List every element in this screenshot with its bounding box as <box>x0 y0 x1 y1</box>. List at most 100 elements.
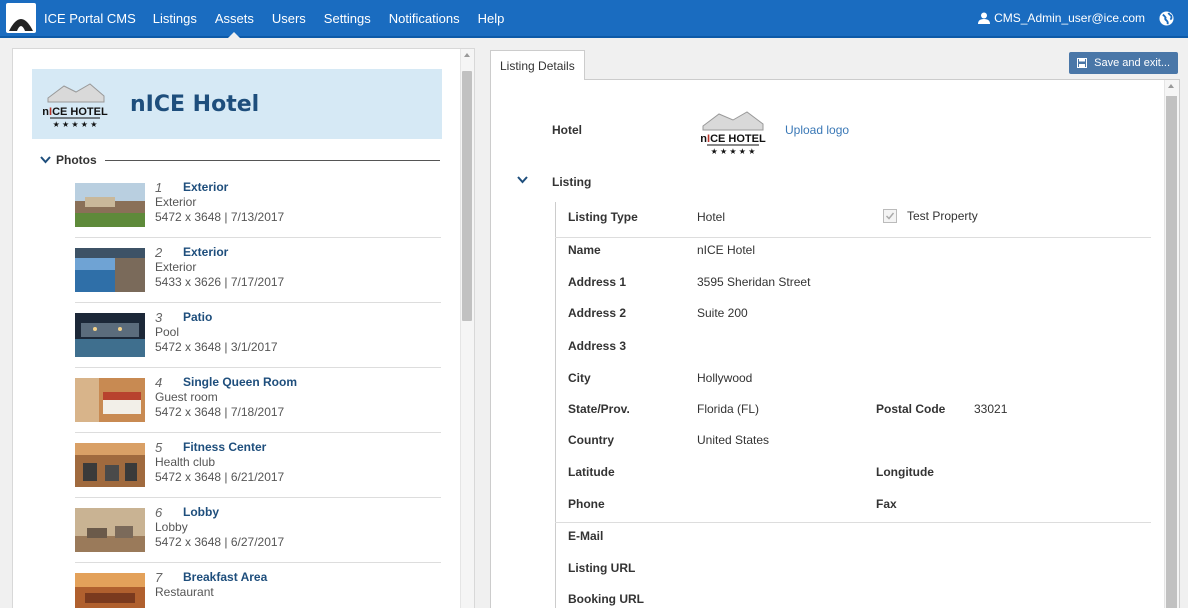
brand-title: ICE Portal CMS <box>44 10 136 26</box>
fax-label: Fax <box>876 497 897 511</box>
name-label: Name <box>568 243 601 257</box>
nav-notifications[interactable]: Notifications <box>380 0 469 36</box>
hotel-logo-icon: nICE HOTEL ★ ★ ★ ★ ★ <box>700 111 766 156</box>
photo-thumbnail <box>75 443 145 487</box>
photo-item[interactable]: 3 Patio Pool 5472 x 3648 | 3/1/2017 <box>75 303 441 368</box>
svg-text:★ ★ ★ ★ ★: ★ ★ ★ ★ ★ <box>53 120 98 129</box>
section-rule <box>555 202 556 608</box>
photo-category: Pool <box>155 325 180 339</box>
city-label: City <box>568 371 591 385</box>
booking-url-label: Booking URL <box>568 592 644 606</box>
hotel-header: nICE HOTEL ★ ★ ★ ★ ★ nICE Hotel <box>32 69 442 139</box>
address1-label: Address 1 <box>568 275 627 289</box>
left-scrollbar[interactable] <box>460 49 474 608</box>
photo-item[interactable]: 5 Fitness Center Health club 5472 x 3648 … <box>75 433 441 498</box>
tab-listing-details[interactable]: Listing Details <box>490 50 585 81</box>
nav-users[interactable]: Users <box>263 0 315 36</box>
state-value[interactable]: Florida (FL) <box>697 402 759 416</box>
city-value[interactable]: Hollywood <box>697 371 752 385</box>
photo-title: Lobby <box>183 505 219 519</box>
right-scrollbar[interactable] <box>1164 80 1179 608</box>
address2-value[interactable]: Suite 200 <box>697 306 748 320</box>
address1-value[interactable]: 3595 Sheridan Street <box>697 275 810 289</box>
photo-thumbnail <box>75 248 145 292</box>
divider <box>104 159 440 161</box>
photo-number: 4 <box>155 375 163 390</box>
save-and-exit-button[interactable]: Save and exit... <box>1069 52 1178 74</box>
photo-meta: 5472 x 3648 | 7/13/2017 <box>155 210 285 224</box>
photo-title: Exterior <box>183 180 229 194</box>
user-email: CMS_Admin_user@ice.com <box>994 11 1145 25</box>
test-property-label: Test Property <box>907 209 978 223</box>
scroll-up-arrow-icon[interactable] <box>1168 84 1174 88</box>
scroll-up-arrow-icon[interactable] <box>464 53 470 57</box>
photo-item[interactable]: 1 Exterior Exterior 5472 x 3648 | 7/13/20… <box>75 173 441 238</box>
checkbox-check-icon <box>883 209 897 223</box>
photo-item[interactable]: 2 Exterior Exterior 5433 x 3626 | 7/17/20… <box>75 238 441 303</box>
photo-meta: 5433 x 3626 | 7/17/2017 <box>155 275 285 289</box>
photo-meta: 5472 x 3648 | 6/27/2017 <box>155 535 285 549</box>
name-value[interactable]: nICE Hotel <box>697 243 755 257</box>
photo-number: 3 <box>155 310 163 325</box>
chevron-down-icon[interactable] <box>517 176 528 184</box>
photo-thumbnail <box>75 573 145 608</box>
latitude-label: Latitude <box>568 465 615 479</box>
photo-list: 1 Exterior Exterior 5472 x 3648 | 7/13/20… <box>75 173 441 608</box>
listing-type-value[interactable]: Hotel <box>697 210 725 224</box>
scrollbar-thumb[interactable] <box>462 71 472 321</box>
photo-meta: 5472 x 3648 | 7/18/2017 <box>155 405 285 419</box>
photo-title: Patio <box>183 310 213 324</box>
assets-panel: nICE HOTEL ★ ★ ★ ★ ★ nICE Hotel Photos 1… <box>12 48 475 608</box>
photo-title: Fitness Center <box>183 440 267 454</box>
test-property-checkbox[interactable]: Test Property <box>883 209 978 223</box>
igloo-logo-icon <box>6 3 36 33</box>
save-and-exit-label: Save and exit... <box>1094 57 1170 69</box>
user-icon <box>978 12 991 24</box>
postal-code-value[interactable]: 33021 <box>974 402 1007 416</box>
tab-bar: Listing Details Save and exit... <box>490 50 1180 81</box>
photo-thumbnail <box>75 378 145 422</box>
svg-text:★ ★ ★ ★ ★: ★ ★ ★ ★ ★ <box>711 147 756 156</box>
photo-thumbnail <box>75 183 145 227</box>
photos-label: Photos <box>56 153 97 167</box>
chevron-down-icon <box>40 156 51 164</box>
photo-category: Restaurant <box>155 585 214 599</box>
longitude-label: Longitude <box>876 465 934 479</box>
upload-logo-link[interactable]: Upload logo <box>785 123 849 137</box>
photo-item[interactable]: 4 Single Queen Room Guest room 5472 x 364… <box>75 368 441 433</box>
nav-help[interactable]: Help <box>469 0 514 36</box>
postal-code-label: Postal Code <box>876 402 946 416</box>
svg-text:nICE HOTEL: nICE HOTEL <box>700 133 766 145</box>
globe-icon[interactable] <box>1159 10 1174 26</box>
svg-text:nICE HOTEL: nICE HOTEL <box>42 106 108 118</box>
photo-thumbnail <box>75 508 145 552</box>
photo-number: 5 <box>155 440 163 455</box>
photo-meta: 5472 x 3648 | 6/21/2017 <box>155 470 285 484</box>
brand[interactable]: ICE Portal CMS <box>0 0 144 36</box>
top-nav: ICE Portal CMS Listings Assets Users Set… <box>0 0 1188 38</box>
listing-section-label: Listing <box>552 175 592 189</box>
nav-settings[interactable]: Settings <box>315 0 380 36</box>
nav-assets[interactable]: Assets <box>206 0 263 38</box>
photo-category: Health club <box>155 455 216 469</box>
listing-type-label: Listing Type <box>568 210 638 224</box>
photo-number: 1 <box>155 180 163 195</box>
photos-section-header: Photos <box>40 153 440 167</box>
scrollbar-thumb[interactable] <box>1166 96 1177 608</box>
photo-item[interactable]: 6 Lobby Lobby 5472 x 3648 | 6/27/2017 <box>75 498 441 563</box>
phone-label: Phone <box>568 497 605 511</box>
photo-category: Exterior <box>155 195 197 209</box>
photos-toggle[interactable]: Photos <box>40 153 97 167</box>
photo-item[interactable]: 7 Breakfast Area Restaurant <box>75 563 441 608</box>
address2-label: Address 2 <box>568 306 627 320</box>
country-value[interactable]: United States <box>697 433 769 447</box>
nav-right: CMS_Admin_user@ice.com <box>978 0 1188 36</box>
photo-number: 2 <box>155 245 163 260</box>
photo-title: Exterior <box>183 245 229 259</box>
user-menu[interactable]: CMS_Admin_user@ice.com <box>978 11 1145 25</box>
photo-number: 7 <box>155 570 163 585</box>
nav-listings[interactable]: Listings <box>144 0 206 36</box>
photo-title: Breakfast Area <box>183 570 268 584</box>
divider <box>555 237 1151 238</box>
country-label: Country <box>568 433 614 447</box>
